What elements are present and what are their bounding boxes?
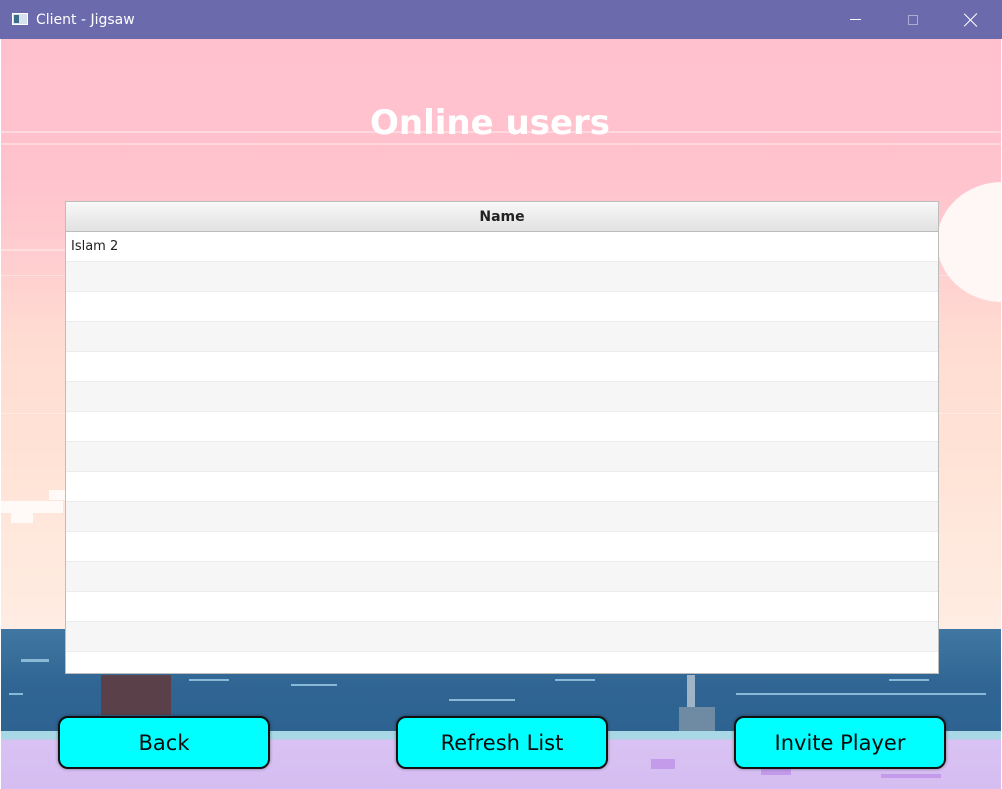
table-row[interactable] xyxy=(66,382,938,412)
table-row[interactable] xyxy=(66,262,938,292)
table-row[interactable] xyxy=(66,292,938,322)
column-header-name[interactable]: Name xyxy=(66,202,938,232)
table-row[interactable] xyxy=(66,352,938,382)
back-button[interactable]: Back xyxy=(58,716,270,769)
minimize-icon xyxy=(849,19,861,20)
page-title: Online users xyxy=(369,103,611,143)
user-name-cell: Islam 2 xyxy=(71,239,119,254)
table-row[interactable] xyxy=(66,622,938,652)
table-row[interactable] xyxy=(66,562,938,592)
maximize-icon xyxy=(908,14,918,25)
table-row[interactable] xyxy=(66,592,938,622)
table-row[interactable] xyxy=(66,532,938,562)
close-button[interactable] xyxy=(942,0,1000,39)
table-row[interactable] xyxy=(66,442,938,472)
table-row[interactable] xyxy=(66,652,938,673)
table-row[interactable]: Islam 2 xyxy=(66,232,938,262)
maximize-button[interactable] xyxy=(884,0,942,39)
table-row[interactable] xyxy=(66,412,938,442)
client-area: Online users Name Islam 2 Back Refresh L… xyxy=(1,39,1001,789)
minimize-button[interactable] xyxy=(826,0,884,39)
online-users-table[interactable]: Name Islam 2 xyxy=(65,201,939,674)
refresh-list-button[interactable]: Refresh List xyxy=(396,716,608,769)
table-row[interactable] xyxy=(66,322,938,352)
table-row[interactable] xyxy=(66,502,938,532)
title-bar[interactable]: Client - Jigsaw xyxy=(0,0,1002,39)
invite-player-button[interactable]: Invite Player xyxy=(734,716,946,769)
window-title: Client - Jigsaw xyxy=(36,12,135,28)
table-body[interactable]: Islam 2 xyxy=(66,232,938,673)
app-window-icon xyxy=(12,13,28,25)
close-icon xyxy=(964,13,978,27)
sun-shape xyxy=(937,182,1001,302)
table-row[interactable] xyxy=(66,472,938,502)
rock-shape xyxy=(101,675,171,715)
